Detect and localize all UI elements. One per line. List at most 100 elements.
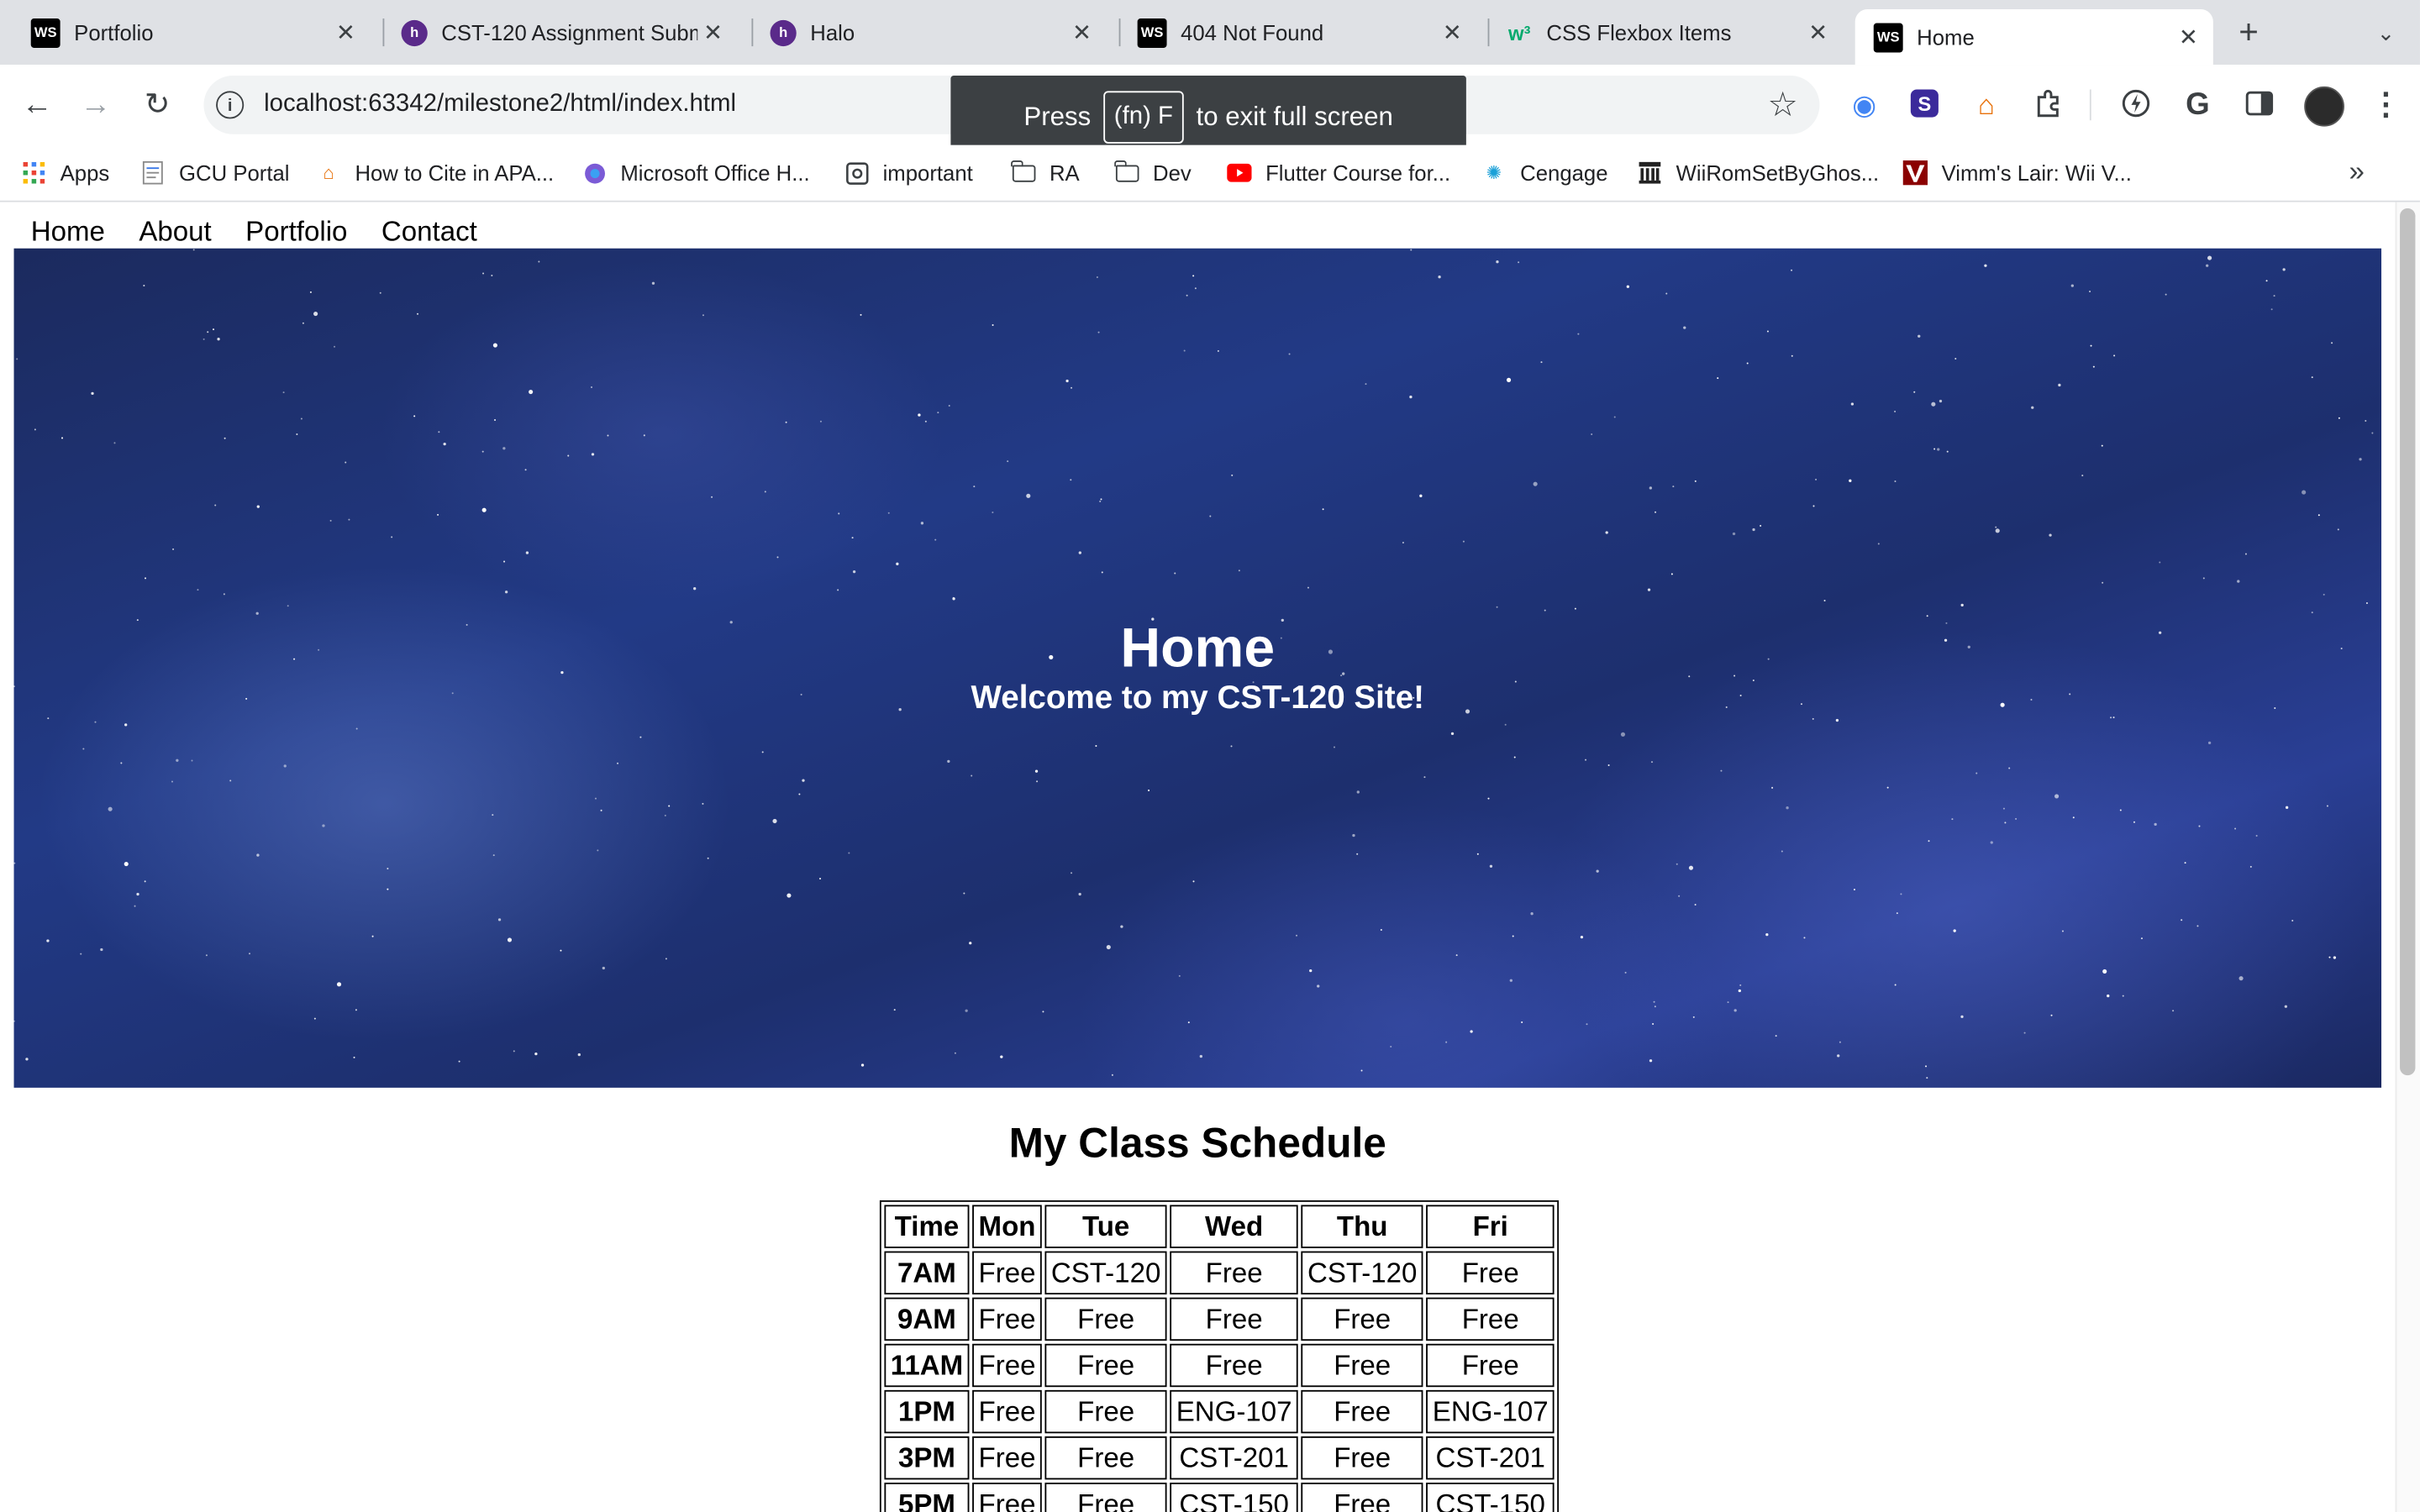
performance-icon[interactable]: [2119, 88, 2153, 122]
star: [1106, 944, 1111, 950]
bookmarks-overflow-icon[interactable]: »: [2349, 156, 2364, 189]
bookmark-label: How to Cite in APA...: [355, 160, 555, 186]
star: [1506, 377, 1512, 382]
star: [1791, 269, 1793, 271]
tab-assignment-submission[interactable]: h CST-120 Assignment Submission ✕: [383, 9, 738, 55]
star: [1835, 718, 1839, 722]
star: [296, 433, 298, 436]
bookmark-flutter-course[interactable]: Flutter Course for...: [1227, 157, 1450, 188]
table-row: 11AM Free Free Free Free Free: [884, 1343, 1555, 1388]
star: [1760, 524, 1762, 527]
graduation-cap-extension-icon[interactable]: ⌂: [1970, 88, 2003, 122]
bookmark-gcu-portal[interactable]: GCU Portal: [140, 157, 290, 188]
star: [1070, 479, 1072, 481]
bookmark-wiiromset[interactable]: WiiRomSetByGhos...: [1638, 157, 1879, 188]
nav-link-home[interactable]: Home: [31, 216, 105, 249]
folder-icon: [1114, 160, 1139, 181]
bookmark-folder-ra[interactable]: RA: [1011, 157, 1080, 188]
star: [1356, 790, 1360, 794]
star: [205, 954, 208, 957]
star: [1455, 954, 1458, 957]
tab-halo[interactable]: h Halo ✕: [751, 9, 1106, 55]
table-cell: Free: [1044, 1483, 1167, 1512]
close-icon[interactable]: ✕: [2173, 24, 2204, 50]
star: [852, 570, 856, 574]
close-icon[interactable]: ✕: [1437, 18, 1468, 46]
star: [2023, 1032, 2026, 1034]
star: [1607, 764, 1610, 767]
nav-link-about[interactable]: About: [139, 216, 211, 249]
tab-404[interactable]: WS 404 Not Found ✕: [1119, 9, 1477, 55]
star: [798, 793, 801, 795]
star: [2054, 794, 2060, 799]
tab-home[interactable]: WS Home ✕: [1854, 9, 2213, 66]
star: [2092, 365, 2095, 368]
bookmark-folder-dev[interactable]: Dev: [1114, 157, 1192, 188]
star: [529, 389, 534, 395]
star: [2031, 406, 2034, 409]
close-icon[interactable]: ✕: [330, 18, 361, 46]
bookmark-apps[interactable]: Apps: [22, 157, 109, 188]
tab-search-chevron-icon[interactable]: ⌄: [2367, 14, 2404, 51]
close-icon[interactable]: ✕: [697, 18, 729, 46]
star: [1839, 1041, 1841, 1043]
close-icon[interactable]: ✕: [1066, 18, 1097, 46]
star: [2365, 420, 2367, 423]
star: [1007, 460, 1009, 463]
site-info-icon[interactable]: i: [216, 91, 245, 119]
star: [1683, 326, 1686, 329]
menu-kebab-icon[interactable]: ⋮: [2370, 85, 2402, 125]
bookmark-label: Vimm's Lair: Wii V...: [1941, 160, 2132, 186]
nav-link-portfolio[interactable]: Portfolio: [245, 216, 347, 249]
close-icon[interactable]: ✕: [1802, 18, 1833, 46]
star: [594, 797, 597, 800]
apps-grid-icon: [22, 160, 46, 185]
star: [371, 935, 374, 937]
extension-s-icon[interactable]: S: [1907, 88, 1941, 122]
page-viewport: Home About Portfolio Contact Home Welcom…: [0, 202, 2396, 1512]
tab-css-flexbox[interactable]: w³ CSS Flexbox Items ✕: [1488, 9, 1843, 55]
star: [2002, 807, 2005, 810]
star: [481, 507, 487, 512]
star: [2270, 308, 2273, 311]
url-text[interactable]: localhost:63342/milestone2/html/index.ht…: [264, 91, 736, 118]
time-cell: 9AM: [884, 1297, 970, 1341]
nav-link-contact[interactable]: Contact: [381, 216, 477, 249]
star: [954, 1052, 956, 1054]
star: [1953, 929, 1956, 932]
extensions-puzzle-icon[interactable]: [2031, 88, 2065, 122]
profile-avatar[interactable]: [2304, 86, 2344, 127]
star: [492, 854, 495, 857]
tab-portfolio[interactable]: WS Portfolio ✕: [13, 9, 371, 55]
password-manager-icon[interactable]: ◉: [1848, 88, 1881, 122]
bookmark-important[interactable]: important: [844, 157, 973, 188]
star: [1850, 402, 1854, 406]
star: [1496, 260, 1499, 264]
bookmark-cengage[interactable]: ✺ Cengage: [1481, 157, 1608, 188]
star: [1823, 600, 1826, 602]
star: [191, 759, 193, 762]
star: [2102, 581, 2104, 584]
star: [213, 328, 215, 331]
star: [1732, 532, 1736, 536]
bookmark-how-to-cite[interactable]: ⌂ How to Cite in APA...: [317, 157, 555, 188]
bookmark-vimms-lair[interactable]: Vimm's Lair: Wii V...: [1902, 157, 2132, 188]
star: [1186, 294, 1188, 297]
toast-prefix: Press: [1023, 101, 1092, 131]
star: [145, 577, 147, 580]
star: [1717, 377, 1719, 380]
forward-arrow-icon[interactable]: →: [76, 85, 116, 125]
new-tab-button[interactable]: +: [2228, 13, 2269, 55]
side-panel-icon[interactable]: [2243, 88, 2276, 122]
star: [1533, 481, 1538, 486]
star: [2102, 969, 2107, 974]
scrollbar-thumb[interactable]: [2400, 207, 2416, 1076]
table-cell: Free: [972, 1343, 1042, 1388]
google-g-icon[interactable]: G: [2181, 88, 2214, 122]
reload-icon[interactable]: ↻: [137, 85, 177, 125]
back-arrow-icon[interactable]: ←: [17, 85, 57, 125]
star: [1886, 786, 1889, 789]
star: [1926, 1077, 1928, 1079]
bookmark-star-icon[interactable]: ☆: [1768, 85, 1798, 125]
bookmark-microsoft-office[interactable]: Microsoft Office H...: [581, 157, 810, 188]
